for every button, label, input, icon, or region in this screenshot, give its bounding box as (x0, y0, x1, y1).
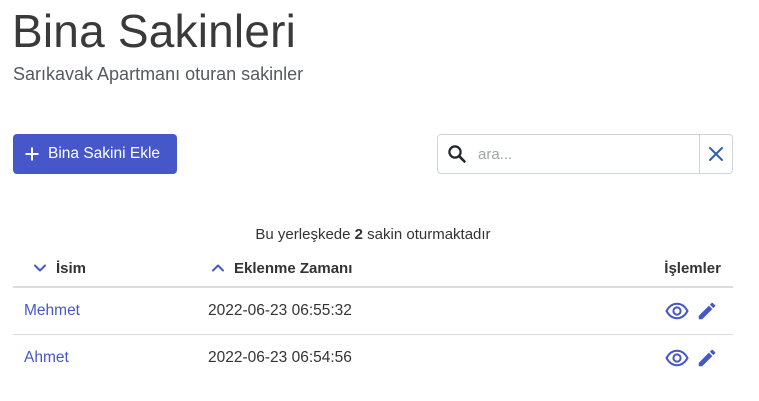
row-actions (665, 288, 719, 334)
column-header-date-label: Eklenme Zamanı (234, 259, 353, 277)
pencil-icon (698, 302, 716, 320)
search-icon (448, 145, 466, 163)
chevron-down-icon (34, 264, 46, 272)
search-box (437, 134, 733, 174)
resident-name-link[interactable]: Mehmet (24, 288, 80, 334)
pencil-icon (698, 349, 716, 367)
column-header-name-label: İsim (56, 259, 87, 277)
edit-button[interactable] (695, 299, 719, 323)
table-header: İsim Eklenme Zamanı İşlemler (13, 250, 733, 288)
table-row: Ahmet 2022-06-23 06:54:56 (13, 335, 733, 381)
column-header-date[interactable]: Eklenme Zamanı (211, 250, 352, 286)
resident-added-date: 2022-06-23 06:55:32 (208, 302, 352, 319)
resident-count-prefix: Bu yerleşkede (255, 226, 351, 243)
resident-count-value: 2 (354, 226, 363, 243)
resident-count-suffix: sakin oturmaktadır (367, 226, 491, 243)
clear-search-button[interactable] (699, 135, 732, 173)
residents-table: İsim Eklenme Zamanı İşlemler Mehmet 2022… (13, 250, 733, 381)
plus-icon (25, 147, 39, 161)
search-input[interactable] (476, 135, 699, 173)
page-subtitle: Sarıkavak Apartmanı oturan sakinler (13, 64, 304, 84)
page-title: Bina Sakinleri (12, 5, 297, 57)
column-header-actions-label: İşlemler (664, 259, 721, 277)
add-resident-button[interactable]: Bina Sakini Ekle (13, 134, 177, 174)
resident-name-link[interactable]: Ahmet (24, 335, 69, 381)
column-header-name[interactable]: İsim (33, 250, 86, 286)
eye-icon (665, 349, 689, 367)
resident-count-text: Bu yerleşkede 2 sakin oturmaktadır (13, 226, 733, 243)
row-actions (665, 335, 719, 381)
chevron-up-icon (212, 264, 224, 272)
edit-button[interactable] (695, 346, 719, 370)
view-button[interactable] (665, 299, 689, 323)
page: Bina Sakinleri Sarıkavak Apartmanı otura… (0, 0, 759, 401)
column-header-actions: İşlemler (664, 250, 721, 286)
search-icon-box (438, 135, 476, 173)
table-row: Mehmet 2022-06-23 06:55:32 (13, 288, 733, 335)
view-button[interactable] (665, 346, 689, 370)
add-resident-button-label: Bina Sakini Ekle (48, 145, 161, 162)
close-icon (709, 147, 723, 161)
eye-icon (665, 302, 689, 320)
resident-added-date: 2022-06-23 06:54:56 (208, 349, 352, 366)
